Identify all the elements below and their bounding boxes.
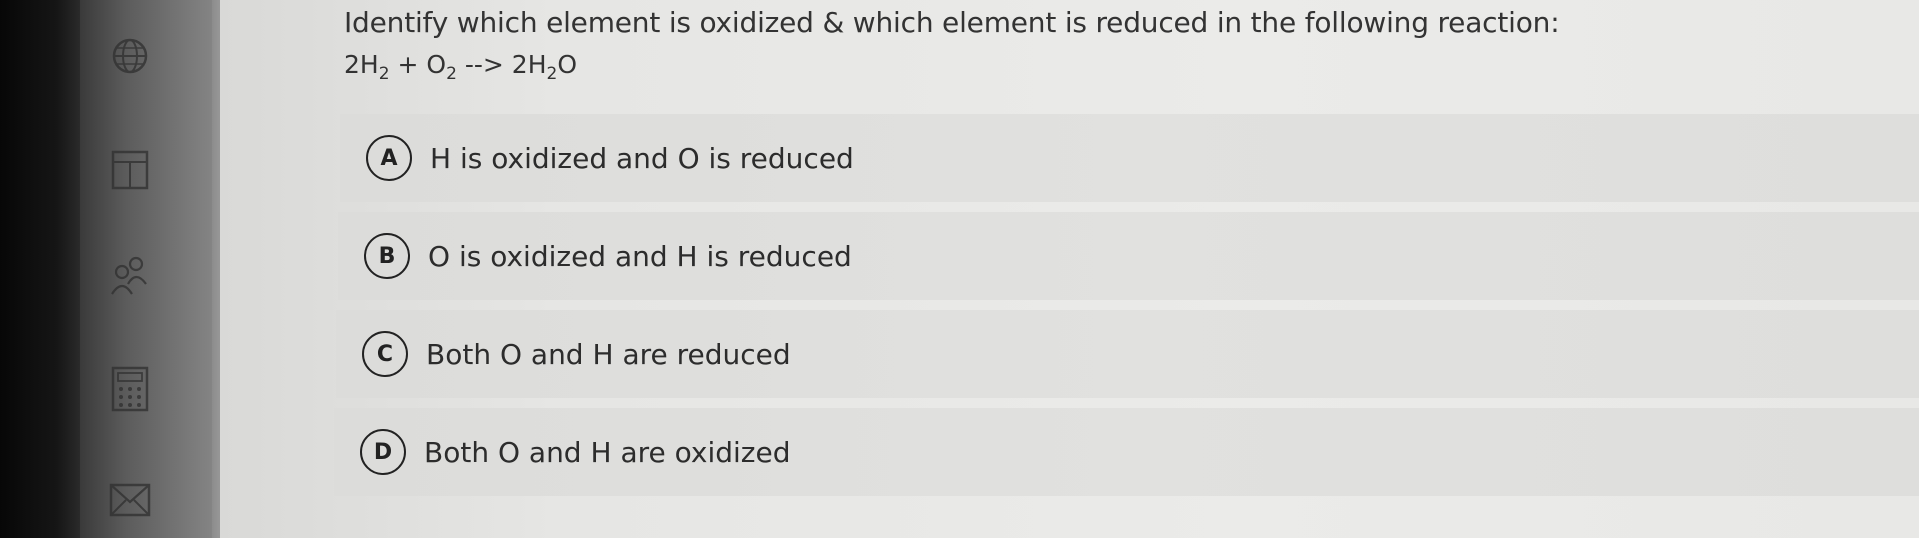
people-icon[interactable]: [108, 252, 152, 302]
option-letter-circle: C: [362, 331, 408, 377]
mail-icon[interactable]: [108, 480, 152, 524]
equation-part-1: 2H: [344, 50, 379, 79]
answer-option-a[interactable]: A H is oxidized and O is reduced: [340, 114, 1919, 202]
equation-part-4: O: [557, 50, 578, 79]
equation-sub-3: 2: [546, 64, 558, 84]
option-letter-circle: A: [366, 135, 412, 181]
equation-part-3: --> 2H: [456, 50, 547, 79]
equation-sub-2: 2: [446, 64, 457, 84]
equation-part-2: + O: [389, 50, 447, 79]
answer-options: A H is oxidized and O is reduced B O is …: [334, 114, 1919, 506]
device-bezel: [0, 0, 80, 538]
answer-option-b[interactable]: B O is oxidized and H is reduced: [338, 212, 1919, 300]
answer-option-d[interactable]: D Both O and H are oxidized: [334, 408, 1919, 496]
equation-sub-1: 2: [378, 64, 390, 84]
question-panel: Identify which element is oxidized & whi…: [220, 0, 1919, 538]
option-label: O is oxidized and H is reduced: [428, 239, 852, 273]
option-label: Both O and H are oxidized: [424, 435, 791, 469]
screen-frame: Identify which element is oxidized & whi…: [0, 0, 1919, 538]
option-letter-circle: D: [360, 429, 406, 475]
reaction-equation: 2H2 + O2 --> 2H2O: [344, 50, 577, 84]
globe-icon[interactable]: [110, 36, 150, 80]
answer-option-c[interactable]: C Both O and H are reduced: [336, 310, 1919, 398]
question-text: Identify which element is oxidized & whi…: [344, 6, 1560, 39]
calendar-icon[interactable]: [110, 146, 150, 196]
option-label: Both O and H are reduced: [426, 337, 791, 371]
calculator-icon[interactable]: [110, 364, 150, 418]
app-sidebar: [80, 0, 230, 538]
option-letter-circle: B: [364, 233, 410, 279]
option-label: H is oxidized and O is reduced: [430, 141, 854, 175]
